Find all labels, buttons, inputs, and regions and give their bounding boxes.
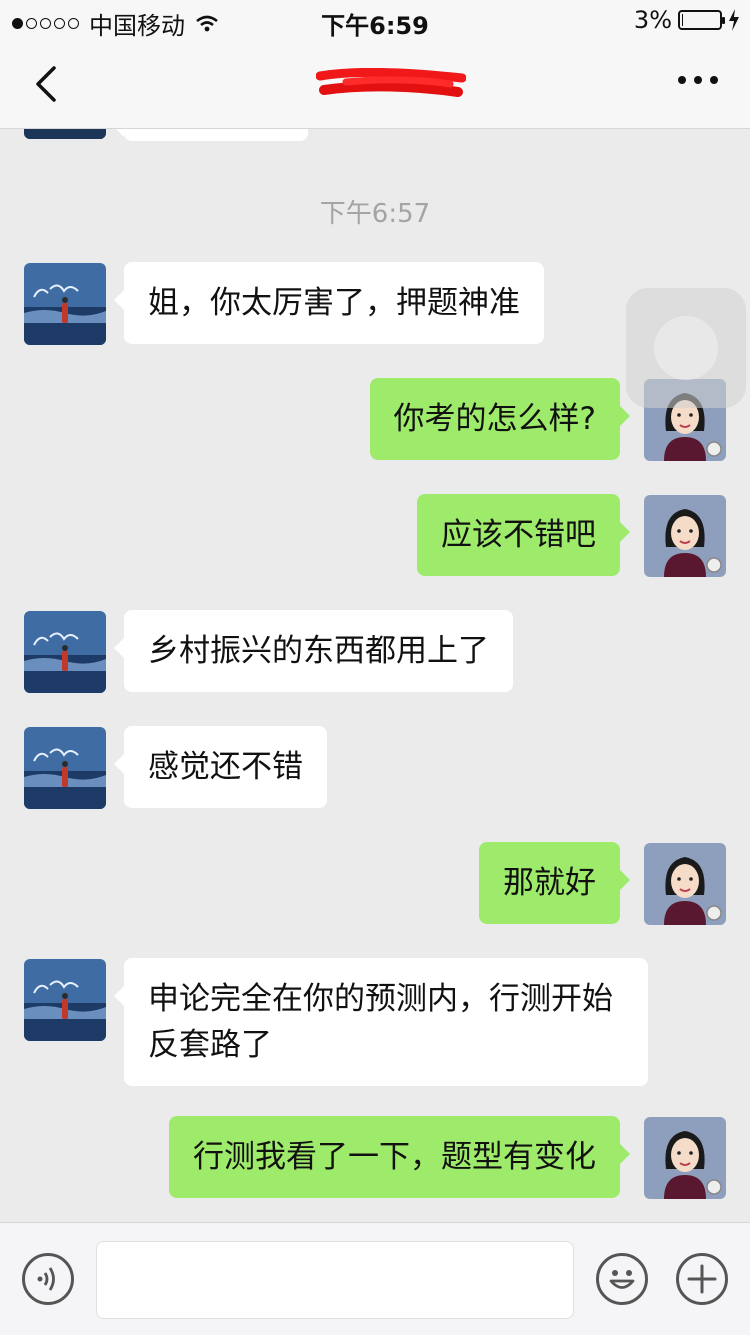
emoji-button[interactable] xyxy=(596,1253,648,1305)
input-bar xyxy=(0,1222,750,1335)
contact-avatar[interactable] xyxy=(24,727,106,809)
message-bubble-incoming[interactable]: 申论完全在你的预测内，行测开始反套路了 xyxy=(114,958,648,1086)
back-button[interactable] xyxy=(28,60,68,108)
message-bubble-incoming[interactable]: 姐，你太厉害了，押题神准 xyxy=(114,262,544,344)
redaction-mark xyxy=(316,68,466,97)
battery-area: 3% xyxy=(634,6,740,34)
message-input[interactable] xyxy=(96,1241,574,1319)
message-bubble-outgoing[interactable]: 应该不错吧 xyxy=(417,494,630,576)
message-bubble-outgoing[interactable]: 行测我看了一下，题型有变化 xyxy=(169,1116,630,1198)
contact-avatar[interactable] xyxy=(24,129,106,139)
battery-percent: 3% xyxy=(633,6,672,34)
contact-avatar[interactable] xyxy=(24,263,106,345)
my-avatar[interactable] xyxy=(644,1117,726,1199)
add-button[interactable] xyxy=(676,1253,728,1305)
more-dots-icon xyxy=(678,76,686,84)
my-avatar[interactable] xyxy=(644,843,726,925)
emoji-icon xyxy=(609,1270,635,1289)
battery-icon xyxy=(678,10,725,30)
message-bubble-incoming[interactable]: 乡村振兴的东西都用上了 xyxy=(114,610,513,692)
message-bubble-outgoing[interactable]: 那就好 xyxy=(479,842,630,924)
message-bubble-partial[interactable] xyxy=(114,129,308,141)
status-bar: 中国移动 下午6:59 3% xyxy=(0,0,750,40)
nav-bar xyxy=(0,40,750,129)
message-bubble-outgoing[interactable]: 你考的怎么样? xyxy=(369,378,631,460)
contact-avatar[interactable] xyxy=(24,611,106,693)
voice-icon xyxy=(37,1267,55,1291)
message-bubble-incoming[interactable]: 感觉还不错 xyxy=(114,726,327,808)
message-timestamp: 下午6:57 xyxy=(319,199,431,229)
my-avatar[interactable] xyxy=(644,495,726,577)
assistive-touch-button[interactable] xyxy=(626,288,746,408)
contact-avatar[interactable] xyxy=(24,959,106,1041)
charging-icon xyxy=(729,9,739,31)
plus-icon xyxy=(687,1264,717,1294)
more-button[interactable] xyxy=(678,76,718,84)
voice-button[interactable] xyxy=(22,1253,74,1305)
